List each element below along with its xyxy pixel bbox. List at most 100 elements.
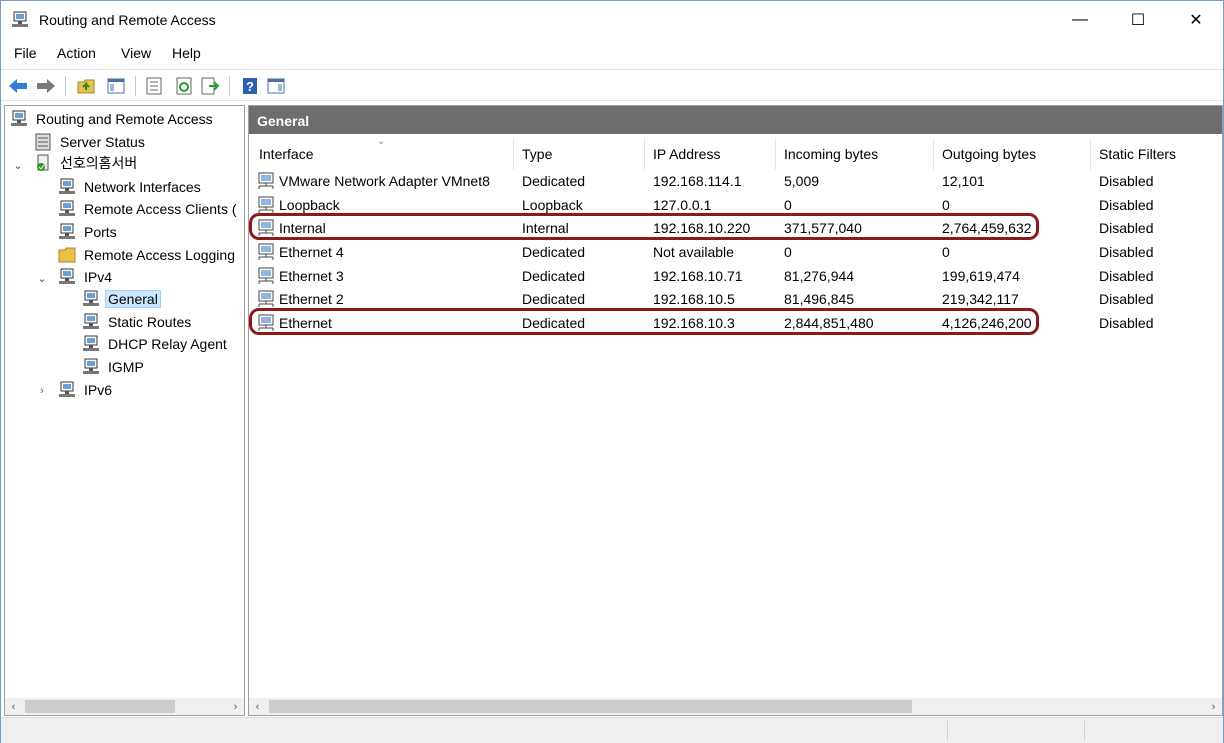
- tree-item-general[interactable]: General: [81, 288, 161, 310]
- cell-interface: Ethernet 2: [279, 291, 344, 307]
- network-interfaces-icon: [57, 178, 77, 196]
- tree-item-label: IGMP: [108, 359, 144, 375]
- scroll-left-icon[interactable]: ‹: [5, 698, 22, 715]
- tree-item-label: Remote Access Logging: [84, 247, 235, 263]
- cell-type: Dedicated: [522, 173, 586, 189]
- cell-ip: Not available: [653, 244, 734, 260]
- tree-horizontal-scrollbar[interactable]: ‹ ›: [5, 698, 244, 715]
- table-row[interactable]: VMware Network Adapter VMnet8 Dedicated …: [249, 170, 1222, 193]
- collapse-icon[interactable]: ⌄: [36, 272, 48, 285]
- highlight-annotation-ethernet: [249, 308, 1039, 335]
- tree-item-server[interactable]: 선호의홈서버: [33, 152, 140, 174]
- scrollbar-thumb[interactable]: [25, 700, 175, 713]
- details-horizontal-scrollbar[interactable]: ‹ ›: [249, 698, 1222, 715]
- cell-type: Dedicated: [522, 268, 586, 284]
- properties-icon[interactable]: [143, 75, 165, 97]
- cell-filters: Disabled: [1099, 291, 1154, 307]
- static-routes-icon: [81, 313, 101, 331]
- ports-icon: [57, 223, 77, 241]
- tree-item-label: Static Routes: [108, 314, 192, 330]
- menu-view[interactable]: View: [121, 45, 151, 61]
- general-icon: [81, 290, 101, 308]
- tree-item-ipv6[interactable]: IPv6: [57, 379, 115, 401]
- table-row[interactable]: Ethernet 3 Dedicated 192.168.10.71 81,27…: [249, 265, 1222, 288]
- cell-outgoing: 12,101: [942, 173, 985, 189]
- title-bar[interactable]: Routing and Remote Access — ☐ ✕: [1, 1, 1223, 39]
- cell-type: Dedicated: [522, 291, 586, 307]
- status-bar: [1, 717, 1223, 743]
- network-adapter-icon: [257, 290, 277, 308]
- cell-ip: 192.168.10.5: [653, 291, 735, 307]
- network-adapter-icon: [257, 196, 277, 214]
- network-adapter-icon: [257, 267, 277, 285]
- cell-incoming: 0: [784, 197, 792, 213]
- cell-filters: Disabled: [1099, 268, 1154, 284]
- network-adapter-icon: [257, 243, 277, 261]
- show-hide-tree-icon[interactable]: [105, 75, 127, 97]
- column-header-interface[interactable]: Interface: [259, 146, 313, 162]
- collapse-icon[interactable]: ⌄: [12, 159, 24, 172]
- cell-incoming: 0: [784, 244, 792, 260]
- column-header-type[interactable]: Type: [522, 146, 552, 162]
- tree-item-label: IPv4: [84, 269, 113, 285]
- cell-interface: VMware Network Adapter VMnet8: [279, 173, 490, 189]
- table-row[interactable]: Ethernet 4 Dedicated Not available 0 0 D…: [249, 241, 1222, 264]
- tree-item-dhcp-relay-agent[interactable]: DHCP Relay Agent: [81, 333, 230, 355]
- tree-item-static-routes[interactable]: Static Routes: [81, 311, 194, 333]
- expand-icon[interactable]: ›: [36, 385, 48, 397]
- dhcp-relay-agent-icon: [81, 335, 101, 353]
- rras-app-icon: [11, 11, 29, 29]
- tree-item-remote-access-clients[interactable]: Remote Access Clients (: [57, 198, 240, 220]
- column-header-static-filters[interactable]: Static Filters: [1099, 146, 1176, 162]
- remote-access-clients-icon: [57, 200, 77, 218]
- cell-filters: Disabled: [1099, 173, 1154, 189]
- menu-bar: File Action View Help: [1, 41, 1223, 67]
- cell-filters: Disabled: [1099, 244, 1154, 260]
- scrollbar-thumb[interactable]: [269, 700, 912, 713]
- igmp-icon: [81, 358, 101, 376]
- details-header: General: [249, 106, 1222, 134]
- cell-outgoing: 0: [942, 197, 950, 213]
- tree-item-ports[interactable]: Ports: [57, 221, 120, 243]
- tree-item-server-status[interactable]: Server Status: [33, 131, 148, 153]
- minimize-button[interactable]: —: [1051, 1, 1109, 39]
- sort-indicator-icon: ⌄: [377, 136, 386, 147]
- tree-item-root[interactable]: Routing and Remote Access: [9, 108, 216, 130]
- menu-action[interactable]: Action: [57, 45, 96, 61]
- details-pane: General Interface ⌄ Type IP Address Inco…: [248, 105, 1223, 716]
- cell-interface: Ethernet 3: [279, 268, 344, 284]
- tree-item-label: 선호의홈서버: [60, 155, 138, 171]
- tree-item-remote-access-logging[interactable]: Remote Access Logging: [57, 244, 238, 266]
- export-list-icon[interactable]: [199, 75, 221, 97]
- column-header-ip-address[interactable]: IP Address: [653, 146, 720, 162]
- tree-item-ipv4[interactable]: IPv4: [57, 266, 115, 288]
- tree-item-igmp[interactable]: IGMP: [81, 356, 147, 378]
- tree-item-label: IPv6: [84, 382, 113, 398]
- menu-file[interactable]: File: [14, 45, 37, 61]
- cell-ip: 127.0.0.1: [653, 197, 712, 213]
- cell-filters: Disabled: [1099, 197, 1154, 213]
- cell-interface: Loopback: [279, 197, 340, 213]
- tree-item-label: DHCP Relay Agent: [108, 336, 227, 352]
- show-hide-action-pane-icon[interactable]: [265, 75, 287, 97]
- scroll-left-icon[interactable]: ‹: [249, 698, 266, 715]
- back-icon[interactable]: [7, 75, 29, 97]
- help-icon[interactable]: ?: [239, 75, 261, 97]
- menu-help[interactable]: Help: [172, 45, 201, 61]
- forward-icon[interactable]: [35, 75, 57, 97]
- scroll-right-icon[interactable]: ›: [227, 698, 244, 715]
- up-folder-icon[interactable]: [75, 75, 97, 97]
- server-icon: [33, 154, 53, 172]
- maximize-button[interactable]: ☐: [1109, 1, 1167, 39]
- close-button[interactable]: ✕: [1167, 1, 1224, 39]
- folder-icon: [57, 246, 77, 264]
- scroll-right-icon[interactable]: ›: [1205, 698, 1222, 715]
- ipv6-icon: [57, 381, 77, 399]
- column-header-incoming-bytes[interactable]: Incoming bytes: [784, 146, 878, 162]
- console-tree: Routing and Remote Access Server Status …: [4, 105, 245, 716]
- tree-item-network-interfaces[interactable]: Network Interfaces: [57, 176, 204, 198]
- column-header-outgoing-bytes[interactable]: Outgoing bytes: [942, 146, 1036, 162]
- cell-incoming: 81,496,845: [784, 291, 855, 307]
- refresh-icon[interactable]: [173, 75, 195, 97]
- rras-server-icon: [9, 110, 29, 128]
